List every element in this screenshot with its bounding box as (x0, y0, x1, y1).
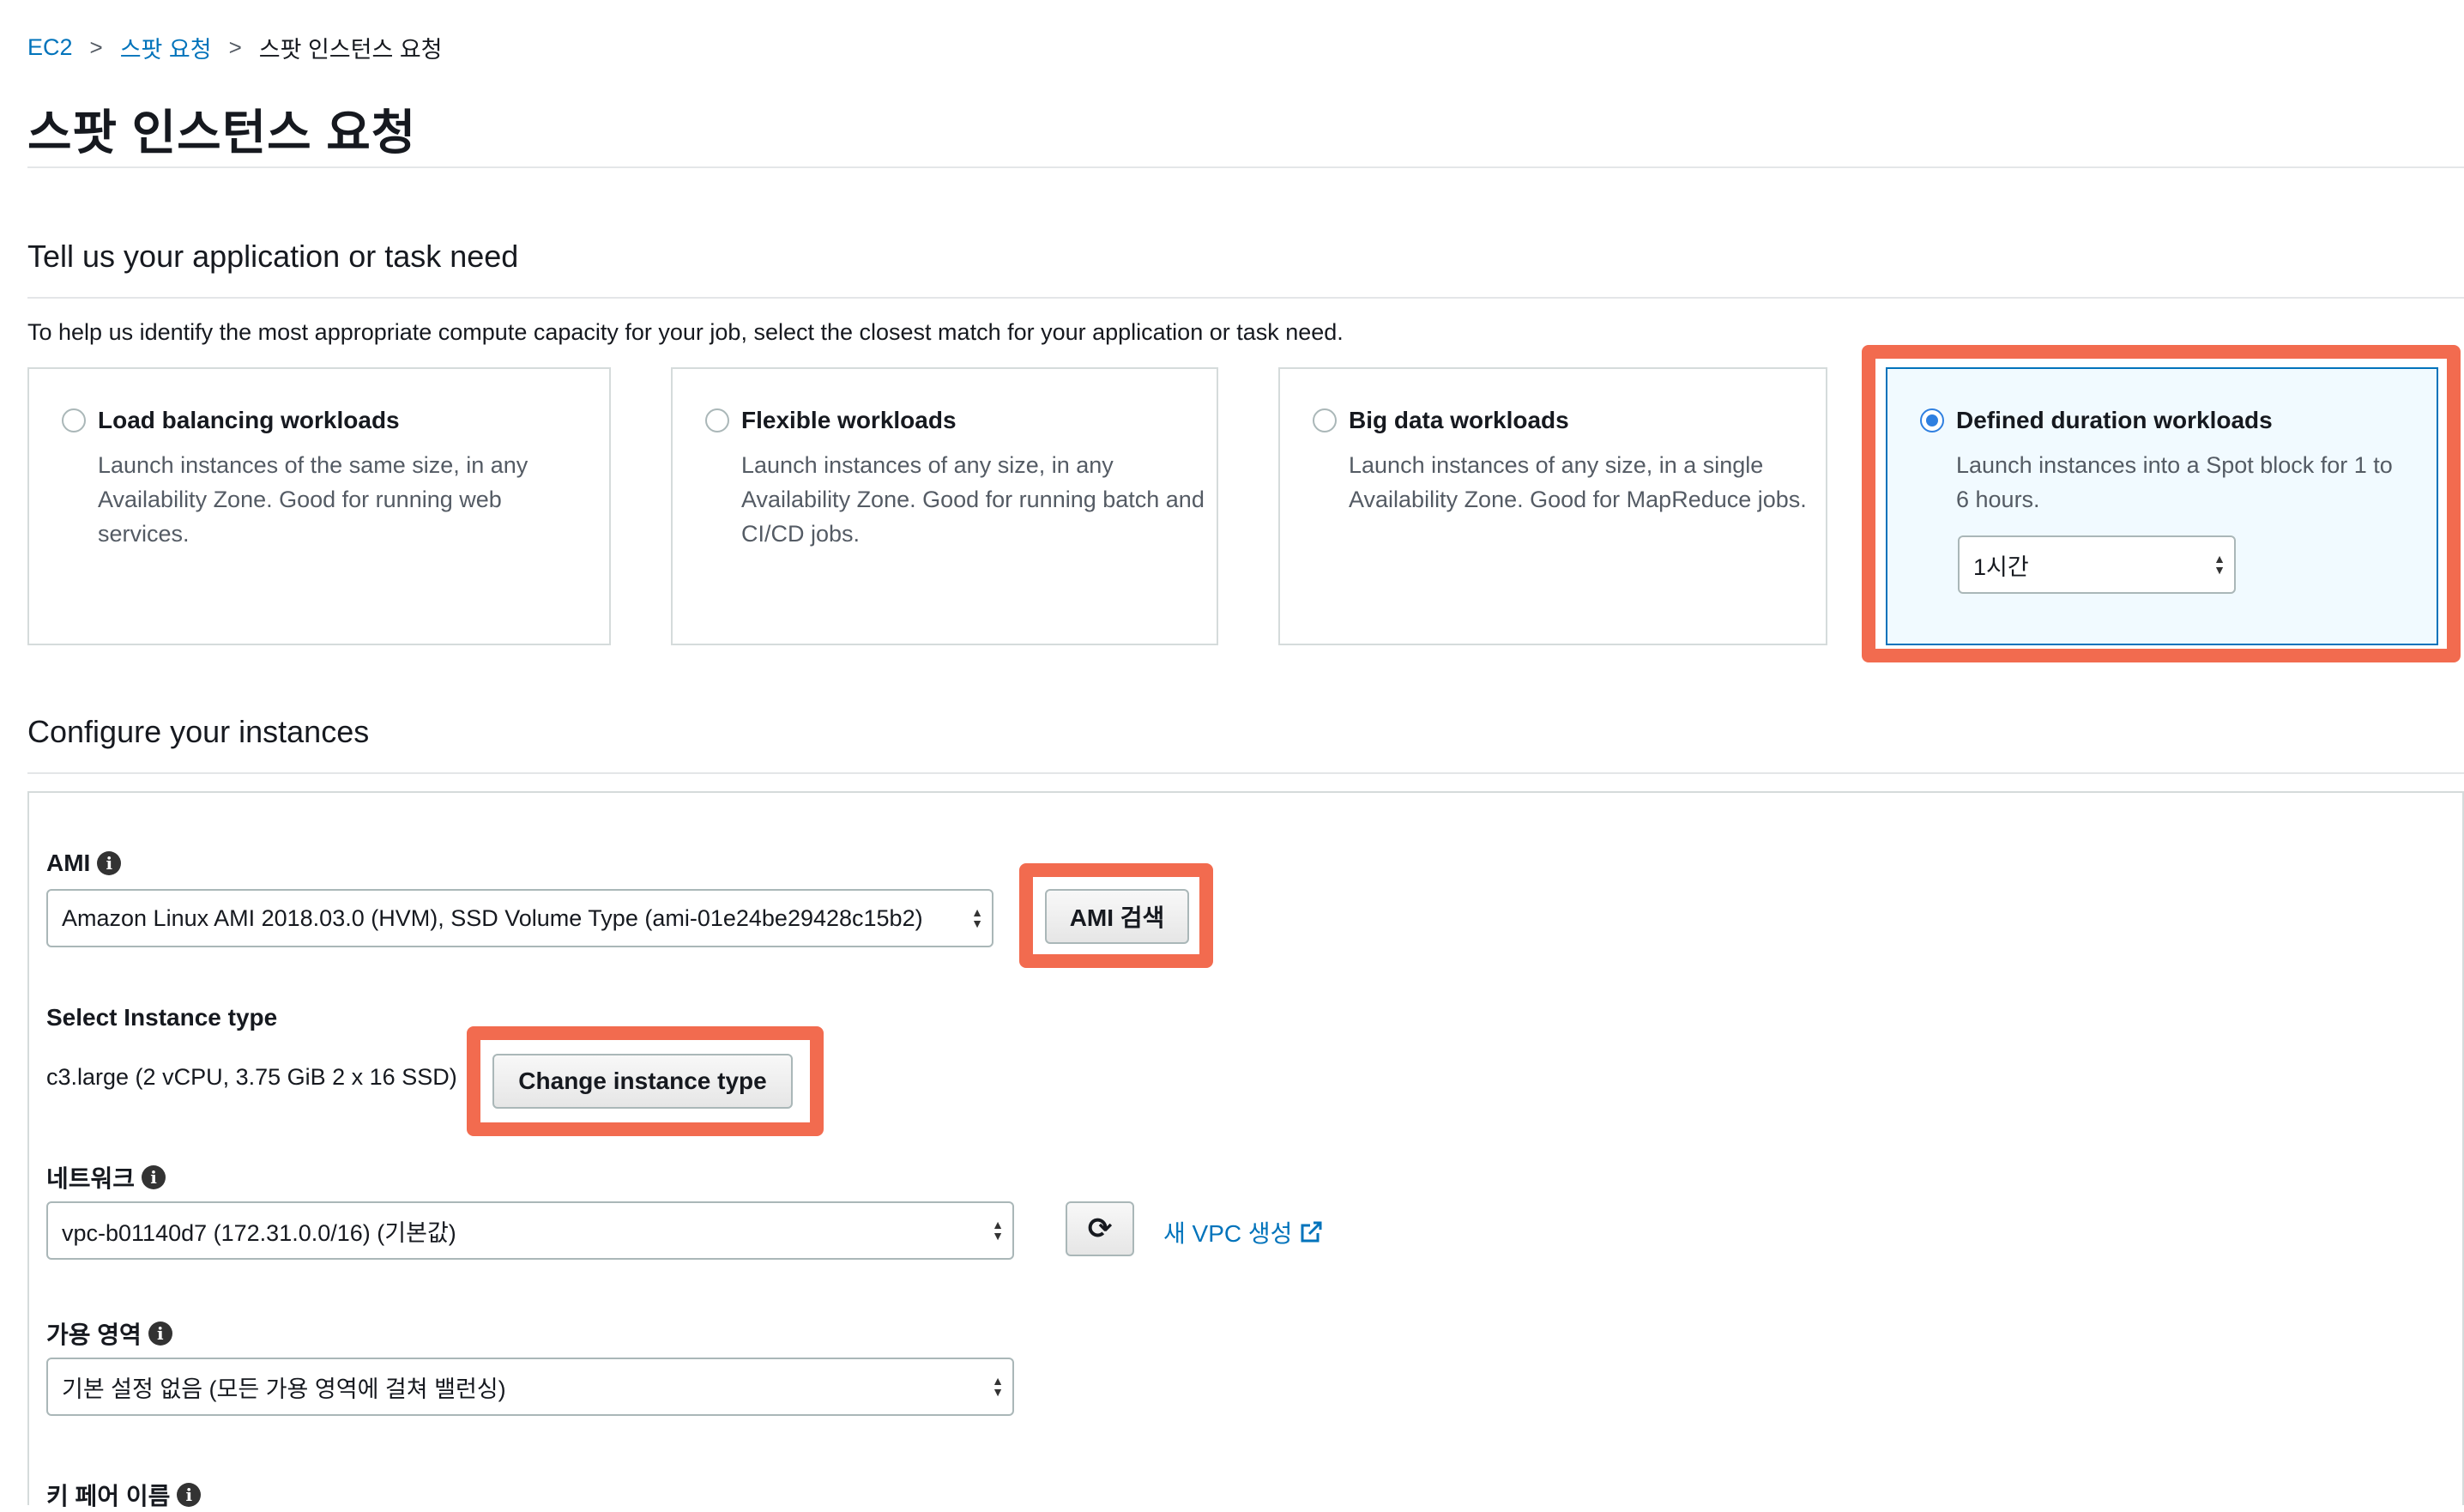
radio-big-data[interactable] (1313, 408, 1337, 432)
radio-flexible[interactable] (705, 408, 729, 432)
workload-card-flexible[interactable]: Flexible workloads Launch instances of a… (671, 367, 1218, 645)
title-divider (27, 166, 2464, 168)
need-section-title: Tell us your application or task need (27, 239, 519, 274)
workload-card-big-data[interactable]: Big data workloads Launch instances of a… (1278, 367, 1827, 645)
info-icon[interactable]: i (97, 851, 122, 875)
network-select-value: vpc-b01140d7 (172.31.0.0/16) (기본값) (62, 1219, 456, 1246)
breadcrumb-spot-requests[interactable]: 스팟 요청 (120, 31, 212, 64)
availability-zone-label: 가용 영역 i (46, 1316, 172, 1351)
info-icon[interactable]: i (148, 1321, 172, 1346)
workload-card-load-balancing[interactable]: Load balancing workloads Launch instance… (27, 367, 611, 645)
refresh-icon: ⟳ (1087, 1213, 1113, 1245)
card-description: Launch instances of the same size, in an… (98, 452, 528, 547)
page-title: 스팟 인스턴스 요청 (27, 106, 417, 160)
ami-select[interactable]: Amazon Linux AMI 2018.03.0 (HVM), SSD Vo… (46, 889, 993, 947)
breadcrumb-separator: > (89, 34, 103, 60)
key-pair-label-text: 키 페어 이름 (46, 1483, 171, 1509)
breadcrumb-separator: > (228, 34, 242, 60)
breadcrumb: EC2 > 스팟 요청 > 스팟 인스턴스 요청 (27, 31, 443, 64)
config-section-divider (27, 772, 2464, 774)
need-section-divider (27, 297, 2464, 299)
highlight-box-change-instance-type (467, 1026, 824, 1136)
card-title: Load balancing workloads (98, 407, 400, 433)
select-arrows-icon: ▲ ▼ (971, 905, 983, 930)
ami-select-value: Amazon Linux AMI 2018.03.0 (HVM), SSD Vo… (62, 904, 923, 931)
instance-type-value: c3.large (2 vCPU, 3.75 GiB 2 x 16 SSD) (46, 1064, 457, 1090)
new-vpc-link-text: 새 VPC 생성 (1163, 1220, 1293, 1247)
card-description: Launch instances of any size, in any Ava… (741, 452, 1205, 547)
network-select[interactable]: vpc-b01140d7 (172.31.0.0/16) (기본값) ▲ ▼ (46, 1201, 1014, 1260)
card-title: Flexible workloads (741, 407, 957, 433)
info-icon[interactable]: i (142, 1165, 166, 1189)
availability-zone-label-text: 가용 영역 (46, 1321, 142, 1348)
select-arrows-icon: ▲ ▼ (992, 1218, 1004, 1243)
card-description: Launch instances of any size, in a singl… (1349, 452, 1807, 512)
availability-zone-select[interactable]: 기본 설정 없음 (모든 가용 영역에 걸쳐 밸런싱) ▲ ▼ (46, 1358, 1014, 1416)
breadcrumb-ec2[interactable]: EC2 (27, 34, 73, 61)
need-section-help: To help us identify the most appropriate… (27, 319, 1344, 345)
highlight-box-defined-duration (1862, 345, 2461, 662)
card-title: Big data workloads (1349, 407, 1569, 433)
ami-label: AMI i (46, 850, 122, 877)
highlight-box-ami-search (1019, 863, 1213, 968)
external-link-icon (1301, 1221, 1322, 1243)
ami-label-text: AMI (46, 850, 91, 876)
new-vpc-link[interactable]: 새 VPC 생성 (1163, 1215, 1323, 1249)
radio-load-balancing[interactable] (62, 408, 86, 432)
network-label-text: 네트워크 (46, 1165, 136, 1192)
select-arrows-icon: ▲ ▼ (992, 1374, 1004, 1399)
breadcrumb-current: 스팟 인스턴스 요청 (258, 37, 443, 63)
info-icon[interactable]: i (177, 1483, 202, 1507)
availability-zone-select-value: 기본 설정 없음 (모든 가용 영역에 걸쳐 밸런싱) (62, 1376, 506, 1402)
network-label: 네트워크 i (46, 1160, 166, 1194)
instance-type-label: Select Instance type (46, 1004, 278, 1031)
key-pair-label: 키 페어 이름 i (46, 1478, 202, 1512)
config-section-title: Configure your instances (27, 714, 370, 749)
refresh-network-button[interactable]: ⟳ (1066, 1201, 1134, 1256)
